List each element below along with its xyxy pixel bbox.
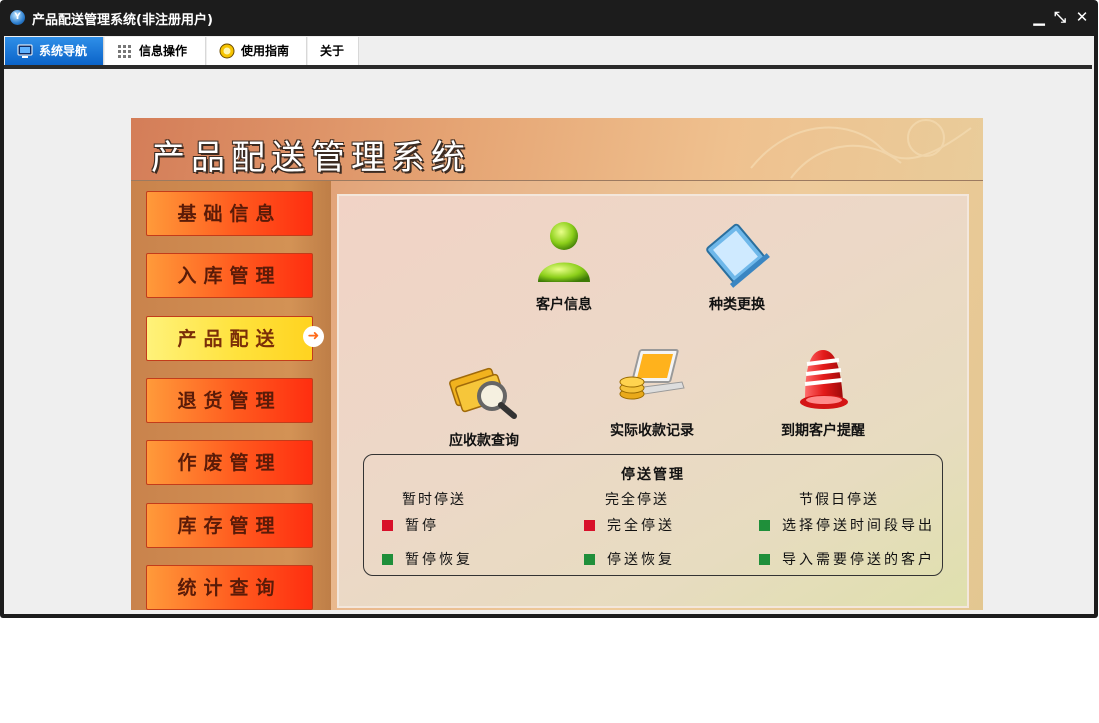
nav-inventory-management[interactable]: 库存管理 — [146, 503, 313, 548]
guide-icon — [219, 43, 235, 59]
banner-ornament — [750, 119, 972, 179]
feature-receivable-query[interactable]: 应收款查询 — [414, 352, 554, 450]
left-nav: 基础信息 入库管理 产品配送 退货管理 作废管理 库存管理 统计查询 — [131, 181, 331, 610]
option-label: 停送恢复 — [607, 552, 675, 568]
green-square-icon — [382, 554, 393, 565]
column-header-temporary: 暂时停送 — [402, 492, 466, 508]
tab-label: 关于 — [320, 44, 345, 58]
feature-label: 到期客户提醒 — [781, 423, 865, 439]
app-logo-icon: Y — [10, 10, 25, 25]
tab-about[interactable]: 关于 — [308, 37, 359, 65]
feature-payment-record[interactable]: 实际收款记录 — [582, 342, 722, 440]
close-button[interactable]: ✕ — [1073, 8, 1091, 26]
stop-delivery-box: 停送管理 暂时停送 完全停送 节假日停送 暂停 暂停恢复 完全停送 停送恢复 选… — [363, 454, 943, 576]
menu-divider — [4, 65, 1092, 69]
green-square-icon — [584, 554, 595, 565]
monitor-icon — [17, 44, 33, 58]
grid-icon — [118, 45, 131, 58]
menu-bar: 系统导航 信息操作 使用指南 关于 — [4, 36, 1094, 65]
column-header-holiday: 节假日停送 — [799, 492, 879, 508]
nav-product-delivery[interactable]: 产品配送 — [146, 316, 313, 361]
feature-due-reminder[interactable]: 到期客户提醒 — [753, 342, 893, 440]
green-square-icon — [759, 554, 770, 565]
option-label: 选择停送时间段导出 — [782, 518, 935, 534]
minimize-icon: ▁ — [1033, 8, 1045, 26]
app-window: Y 产品配送管理系统(非注册用户) ▁ ⤡ ✕ 系统导航 信息操作 使用指南 关… — [0, 0, 1098, 618]
tab-system-navigation[interactable]: 系统导航 — [5, 37, 104, 65]
feature-label: 种类更换 — [709, 297, 765, 313]
navigation-stage: 产品配送管理系统 基础信息 入库管理 产品配送 退货管理 作废管理 库存管理 统… — [131, 118, 983, 610]
function-panel: 客户信息 种类更换 应收款查询 实际收款记录 到期客户提醒 停送管理 暂时停送 … — [337, 194, 969, 608]
restore-button[interactable]: ⤡ — [1051, 8, 1069, 26]
stop-delivery-title: 停送管理 — [621, 467, 685, 483]
feature-customer-info[interactable]: 客户信息 — [494, 216, 634, 314]
option-label: 暂停 — [405, 518, 439, 534]
banner-title: 产品配送管理系统 — [151, 138, 471, 178]
red-square-icon — [382, 520, 393, 531]
tab-label: 使用指南 — [241, 44, 290, 58]
category-change-icon — [706, 223, 770, 288]
minimize-button[interactable]: ▁ — [1030, 8, 1048, 26]
banner: 产品配送管理系统 — [131, 118, 983, 181]
green-square-icon — [759, 520, 770, 531]
option-label: 导入需要停送的客户 — [782, 552, 935, 568]
nav-basic-info[interactable]: 基础信息 — [146, 191, 313, 236]
nav-void-management[interactable]: 作废管理 — [146, 440, 313, 485]
column-header-complete: 完全停送 — [605, 492, 669, 508]
feature-label: 应收款查询 — [449, 433, 519, 449]
nav-inbound-management[interactable]: 入库管理 — [146, 253, 313, 298]
customer-person-icon — [538, 222, 590, 282]
client-area: 系统导航 信息操作 使用指南 关于 产品配送管理系统 基础信息 入库管理 产品配… — [4, 36, 1094, 614]
feature-label: 客户信息 — [536, 297, 592, 313]
close-icon: ✕ — [1075, 8, 1089, 26]
restore-icon: ⤡ — [1053, 8, 1066, 26]
window-title: 产品配送管理系统(非注册用户) — [32, 13, 213, 28]
nav-return-management[interactable]: 退货管理 — [146, 378, 313, 423]
payment-record-icon — [619, 349, 685, 400]
tab-label: 信息操作 — [139, 44, 188, 58]
alarm-bell-icon — [800, 350, 848, 409]
feature-category-change[interactable]: 种类更换 — [667, 216, 807, 314]
arrow-right-icon: ➜ — [303, 326, 324, 347]
receivable-search-icon — [449, 367, 517, 419]
option-label: 完全停送 — [607, 518, 675, 534]
tab-label: 系统导航 — [39, 44, 88, 58]
tab-info-operations[interactable]: 信息操作 — [105, 37, 206, 65]
title-bar: Y 产品配送管理系统(非注册用户) ▁ ⤡ ✕ — [0, 0, 1098, 36]
option-label: 暂停恢复 — [405, 552, 473, 568]
tab-user-guide[interactable]: 使用指南 — [207, 37, 307, 65]
red-square-icon — [584, 520, 595, 531]
feature-label: 实际收款记录 — [610, 423, 694, 439]
nav-statistics-query[interactable]: 统计查询 — [146, 565, 313, 610]
